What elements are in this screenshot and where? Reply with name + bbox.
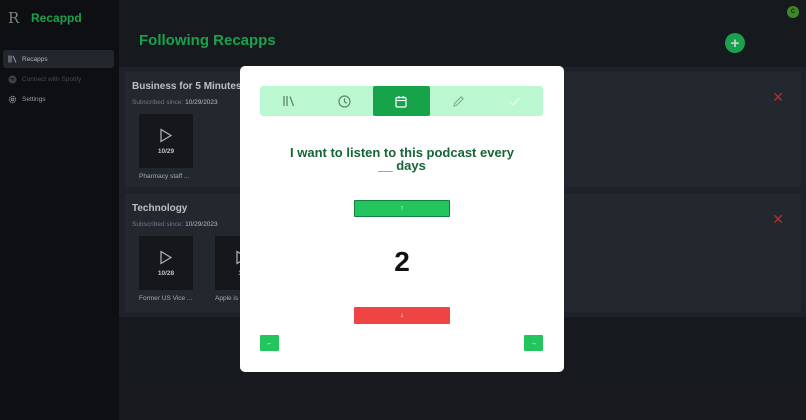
question-line-2: __ days — [378, 158, 426, 173]
library-icon — [283, 96, 294, 107]
next-step-button[interactable]: → — [524, 335, 543, 351]
step-confirm[interactable] — [486, 86, 543, 116]
calendar-icon — [395, 95, 408, 108]
frequency-modal: I want to listen to this podcast every _… — [240, 66, 564, 372]
step-progress-bar — [260, 86, 543, 116]
decrement-button[interactable]: ↓ — [354, 307, 450, 324]
increment-button[interactable]: ↑ — [354, 200, 450, 217]
step-time[interactable] — [317, 86, 374, 116]
clock-icon — [338, 94, 351, 108]
step-frequency[interactable] — [373, 86, 430, 116]
frequency-question: I want to listen to this podcast every _… — [240, 146, 564, 172]
previous-step-button[interactable]: ← — [260, 335, 279, 351]
pencil-icon — [452, 95, 464, 107]
check-icon — [509, 97, 521, 106]
step-library[interactable] — [260, 86, 317, 116]
step-edit[interactable] — [430, 86, 487, 116]
frequency-value: 2 — [394, 246, 410, 277]
